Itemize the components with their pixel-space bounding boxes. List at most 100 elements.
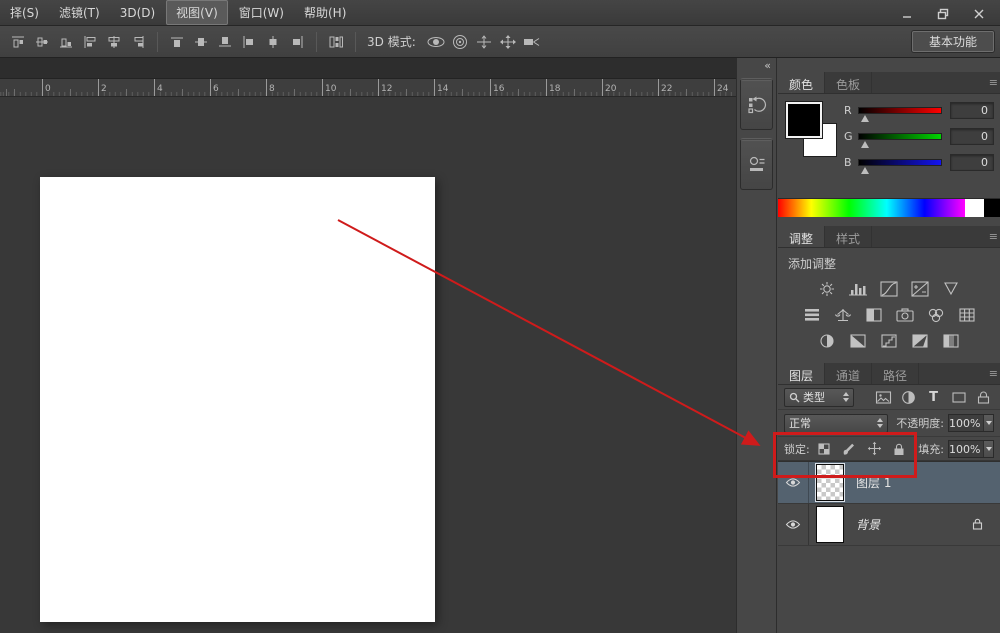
close-icon[interactable] xyxy=(972,8,986,20)
layer-name[interactable]: 图层 1 xyxy=(856,474,891,491)
green-value-field[interactable]: 0 xyxy=(950,128,994,145)
posterize-icon[interactable] xyxy=(846,331,870,351)
align-vcenter-icon[interactable] xyxy=(189,31,213,53)
tab-adjustments[interactable]: 调整 xyxy=(778,226,825,247)
layer-row-background[interactable]: 背景 xyxy=(778,504,1000,546)
blue-value-field[interactable]: 0 xyxy=(950,154,994,171)
type-layer-filter-icon[interactable]: T xyxy=(923,388,944,407)
visibility-eye-icon[interactable] xyxy=(778,462,809,503)
fill-dropdown-icon[interactable] xyxy=(983,441,993,457)
smart-object-filter-icon[interactable] xyxy=(973,388,994,407)
slide-camera-icon[interactable] xyxy=(496,31,520,53)
fill-value[interactable]: 100% xyxy=(949,441,983,457)
color-balance-icon[interactable] xyxy=(831,305,855,325)
history-icon[interactable] xyxy=(740,78,773,130)
menu-item-filter[interactable]: 滤镜(T) xyxy=(50,1,109,24)
lock-position-icon[interactable] xyxy=(864,439,885,458)
pixel-layer-filter-icon[interactable] xyxy=(873,388,894,407)
green-slider-thumb[interactable] xyxy=(861,141,869,148)
align-top-icon[interactable] xyxy=(165,31,189,53)
zoom-camera-icon[interactable] xyxy=(520,31,544,53)
lock-transparency-icon[interactable] xyxy=(814,439,835,458)
tab-paths[interactable]: 路径 xyxy=(872,363,919,384)
threshold-icon[interactable] xyxy=(877,331,901,351)
blue-slider-thumb[interactable] xyxy=(861,167,869,174)
foreground-color-swatch[interactable] xyxy=(786,102,822,138)
document-canvas[interactable] xyxy=(40,177,435,622)
menu-item-help[interactable]: 帮助(H) xyxy=(295,1,355,24)
filter-type-dropdown[interactable]: 类型 xyxy=(784,388,854,407)
distribute-top-icon[interactable] xyxy=(6,31,30,53)
adjustment-layer-filter-icon[interactable] xyxy=(898,388,919,407)
menu-item-window[interactable]: 窗口(W) xyxy=(230,1,293,24)
foreground-background-swatches[interactable] xyxy=(786,102,840,162)
color-spectrum-ramp[interactable] xyxy=(778,198,1000,217)
hue-saturation-icon[interactable] xyxy=(800,305,824,325)
curves-icon[interactable] xyxy=(877,279,901,299)
pan-camera-icon[interactable] xyxy=(472,31,496,53)
blend-mode-dropdown[interactable]: 正常 xyxy=(784,414,888,433)
black-white-icon[interactable] xyxy=(862,305,886,325)
roll-camera-icon[interactable] xyxy=(448,31,472,53)
lock-paint-icon[interactable] xyxy=(839,439,860,458)
horizontal-ruler[interactable]: 024681012141618202224 xyxy=(0,79,736,97)
brightness-contrast-icon[interactable] xyxy=(815,279,839,299)
gradient-map-icon[interactable] xyxy=(908,331,932,351)
restore-icon[interactable] xyxy=(936,8,950,20)
fill-field[interactable]: 100% xyxy=(948,440,994,458)
align-left-edges-icon[interactable] xyxy=(78,31,102,53)
opacity-field[interactable]: 100% xyxy=(948,414,994,432)
blue-slider[interactable] xyxy=(858,159,942,166)
layer-row-layer1[interactable]: 图层 1 xyxy=(778,462,1000,504)
align-hcenter-icon[interactable] xyxy=(102,31,126,53)
align-right-edges-icon[interactable] xyxy=(126,31,150,53)
invert-icon[interactable] xyxy=(815,331,839,351)
vibrance-icon[interactable] xyxy=(939,279,963,299)
color-lookup-icon[interactable] xyxy=(955,305,979,325)
ruler-label: 16 xyxy=(490,79,504,96)
align-right-icon[interactable] xyxy=(285,31,309,53)
red-slider-thumb[interactable] xyxy=(861,115,869,122)
layer-name[interactable]: 背景 xyxy=(856,516,880,533)
tab-channels[interactable]: 通道 xyxy=(825,363,872,384)
layer-thumbnail[interactable] xyxy=(816,506,844,543)
menu-item-view[interactable]: 视图(V) xyxy=(166,0,228,25)
opacity-dropdown-icon[interactable] xyxy=(983,415,993,431)
menu-item-3d[interactable]: 3D(D) xyxy=(111,3,164,23)
panel-menu-icon[interactable]: ≡ xyxy=(989,76,998,89)
lock-all-icon[interactable] xyxy=(889,439,910,458)
exposure-icon[interactable] xyxy=(908,279,932,299)
orbit-camera-icon[interactable] xyxy=(424,31,448,53)
green-slider[interactable] xyxy=(858,133,942,140)
align-bottom-icon[interactable] xyxy=(213,31,237,53)
tab-layers[interactable]: 图层 xyxy=(778,363,825,384)
auto-align-layers-icon[interactable] xyxy=(324,31,348,53)
menu-item-select[interactable]: 择(S) xyxy=(1,1,48,24)
levels-icon[interactable] xyxy=(846,279,870,299)
visibility-eye-icon[interactable] xyxy=(778,504,809,545)
channel-mixer-icon[interactable] xyxy=(924,305,948,325)
tab-color[interactable]: 颜色 xyxy=(778,72,825,93)
selective-color-icon[interactable] xyxy=(939,331,963,351)
tab-styles[interactable]: 样式 xyxy=(825,226,872,247)
opacity-value[interactable]: 100% xyxy=(949,415,983,431)
photo-filter-icon[interactable] xyxy=(893,305,917,325)
layer-thumbnail[interactable] xyxy=(816,464,844,501)
expand-panels-icon[interactable]: « xyxy=(737,58,776,74)
workspace-button[interactable]: 基本功能 xyxy=(912,31,994,52)
distribute-bottom-icon[interactable] xyxy=(54,31,78,53)
white-chip[interactable] xyxy=(965,199,984,217)
shape-layer-filter-icon[interactable] xyxy=(948,388,969,407)
tab-swatches[interactable]: 色板 xyxy=(825,72,872,93)
properties-icon[interactable] xyxy=(740,138,773,190)
distribute-vcenter-icon[interactable] xyxy=(30,31,54,53)
panel-menu-icon[interactable]: ≡ xyxy=(989,367,998,380)
align-left-icon[interactable] xyxy=(237,31,261,53)
fill-label: 填充: xyxy=(918,441,944,457)
red-slider[interactable] xyxy=(858,107,942,114)
red-value-field[interactable]: 0 xyxy=(950,102,994,119)
minimize-icon[interactable] xyxy=(900,8,914,20)
black-chip[interactable] xyxy=(984,199,1000,217)
panel-menu-icon[interactable]: ≡ xyxy=(989,230,998,243)
align-center-icon[interactable] xyxy=(261,31,285,53)
